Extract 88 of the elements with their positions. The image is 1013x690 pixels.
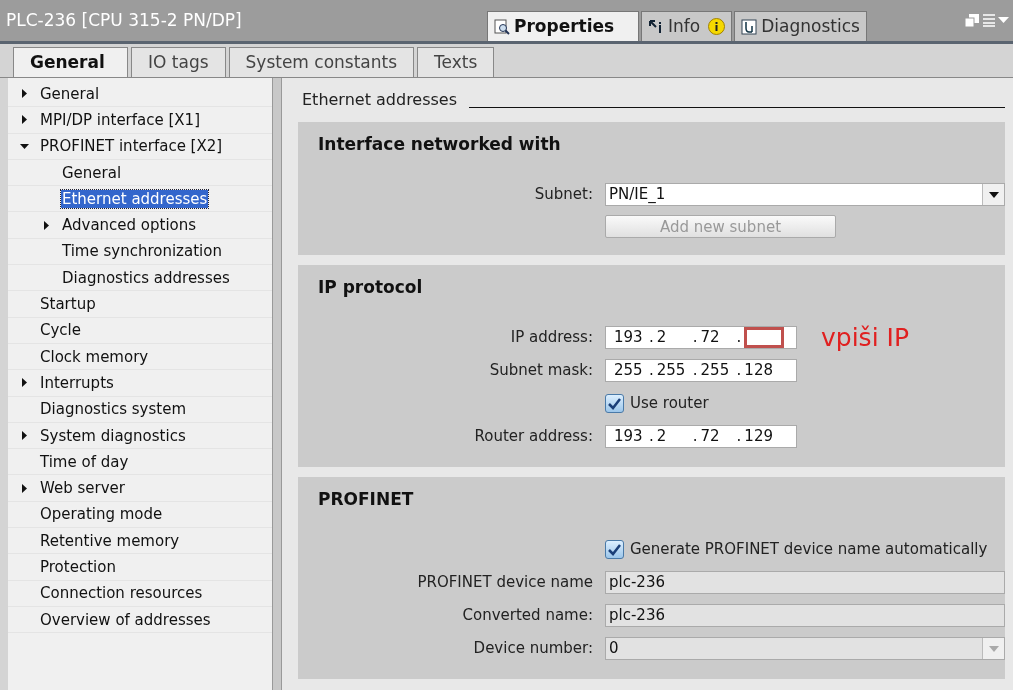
expand-arrow-icon[interactable]	[42, 220, 51, 230]
checkmark-icon	[608, 397, 621, 410]
tree-item[interactable]: Connection resources	[39, 584, 204, 603]
field-label: IP address:	[509, 327, 594, 349]
tree-item[interactable]: Advanced options	[61, 216, 198, 235]
field-label: Converted name:	[461, 605, 594, 627]
section-title: PROFINET	[318, 488, 415, 511]
octet-value[interactable]: 2	[656, 426, 690, 447]
octet-value[interactable]: 129	[744, 426, 778, 447]
octet-value[interactable]: 72	[700, 426, 734, 447]
checkbox[interactable]	[605, 394, 624, 413]
dropdown-field[interactable]: PN/IE_1	[605, 183, 1005, 206]
field-label: Device number:	[472, 638, 594, 660]
expand-arrow-icon[interactable]	[20, 431, 29, 440]
magnifier-document-icon	[494, 18, 510, 35]
menu-icon[interactable]	[983, 14, 1009, 27]
checkbox[interactable]	[605, 540, 624, 559]
tree-item[interactable]: Interrupts	[39, 373, 115, 392]
octet-separator: .	[691, 426, 699, 448]
checkmark-icon	[608, 543, 621, 556]
field-label: Subnet:	[533, 184, 594, 206]
tree-item[interactable]: PROFINET interface [X2]	[39, 137, 224, 156]
octet-value[interactable]: 193	[606, 426, 646, 447]
octet-value[interactable]: 255	[656, 360, 690, 381]
collapse-arrow-icon[interactable]	[20, 141, 29, 151]
annotation-text: vpiši IP	[821, 321, 909, 354]
tab[interactable]: General	[13, 47, 128, 77]
ip-address-field[interactable]: 193 . 2 . 72 .	[605, 326, 797, 349]
tree-item[interactable]: General	[61, 163, 123, 182]
octet-value[interactable]: 128	[744, 360, 778, 381]
checkbox-label: Use router	[630, 393, 709, 415]
expand-arrow-icon[interactable]	[20, 378, 29, 388]
dropdown-caret-icon[interactable]	[988, 191, 999, 198]
dropdown-value: 0	[608, 638, 620, 660]
octet-separator: .	[735, 426, 743, 448]
tree-item[interactable]: Operating mode	[39, 505, 164, 524]
octet-value[interactable]: 72	[700, 327, 734, 348]
tree-item[interactable]: Time synchronization	[61, 242, 223, 261]
tree-item[interactable]: Diagnostics system	[39, 400, 188, 419]
tree-item[interactable]: Protection	[39, 558, 117, 576]
inspector-tab[interactable]: Properties	[487, 11, 639, 41]
tab[interactable]: System constants	[228, 47, 415, 77]
octet-value[interactable]: 2	[656, 327, 690, 348]
field-label: PROFINET device name	[416, 572, 594, 594]
inspector-tab[interactable]: Diagnostics	[734, 11, 867, 41]
section-title: IP protocol	[318, 276, 424, 299]
tab[interactable]: IO tags	[131, 47, 226, 77]
tree-item[interactable]: Time of day	[39, 452, 130, 471]
tree-item[interactable]: Overview of addresses	[39, 610, 212, 629]
tree-item[interactable]: Diagnostics addresses	[61, 268, 231, 287]
octet-value[interactable]: 255	[700, 360, 734, 381]
tree-item[interactable]: Startup	[39, 295, 97, 313]
octet-value[interactable]	[744, 327, 785, 348]
tab[interactable]: Texts	[417, 47, 495, 77]
tree-item[interactable]: Cycle	[39, 321, 82, 340]
diagnostics-icon	[741, 18, 758, 35]
tree-item[interactable]: Clock memory	[39, 347, 150, 366]
expand-arrow-icon[interactable]	[20, 89, 29, 99]
info-arrow-icon	[648, 18, 664, 35]
section-heading: Ethernet addresses	[302, 89, 458, 111]
octet-separator: .	[648, 360, 655, 382]
octet-value[interactable]: 193	[606, 327, 646, 348]
expand-arrow-icon[interactable]	[20, 115, 29, 125]
tree-item[interactable]: Ethernet addresses	[61, 189, 209, 208]
octet-separator: .	[691, 327, 699, 349]
inspector-tab[interactable]: Info	[641, 11, 733, 41]
window-title: PLC-236 [CPU 315-2 PN/DP]	[5, 8, 243, 32]
section-title: Interface networked with	[318, 133, 562, 156]
octet-separator: .	[691, 360, 699, 382]
octet-separator: .	[648, 327, 655, 349]
tree-item[interactable]: Retentive memory	[39, 531, 181, 550]
restore-window-icon[interactable]	[965, 14, 979, 27]
ip-address-field[interactable]: 193 . 2 . 72 . 129	[605, 425, 797, 448]
checkbox-label: Generate PROFINET device name automatically	[630, 539, 988, 561]
expand-arrow-icon[interactable]	[20, 483, 29, 493]
tree-item[interactable]: System diagnostics	[39, 426, 187, 445]
tree-item[interactable]: General	[39, 84, 101, 103]
tree-item[interactable]: Web server	[39, 479, 126, 498]
ip-address-field[interactable]: 255 . 255 . 255 . 128	[605, 359, 797, 382]
info-badge-icon	[708, 18, 726, 35]
field-label: Router address:	[473, 426, 594, 448]
dropdown-value: PN/IE_1	[608, 184, 667, 206]
field-label: Subnet mask:	[488, 360, 594, 382]
octet-separator: .	[735, 360, 743, 382]
octet-separator: .	[648, 426, 655, 448]
octet-separator: .	[735, 327, 743, 349]
octet-value[interactable]: 255	[606, 360, 646, 381]
tree-item[interactable]: MPI/DP interface [X1]	[39, 110, 202, 129]
